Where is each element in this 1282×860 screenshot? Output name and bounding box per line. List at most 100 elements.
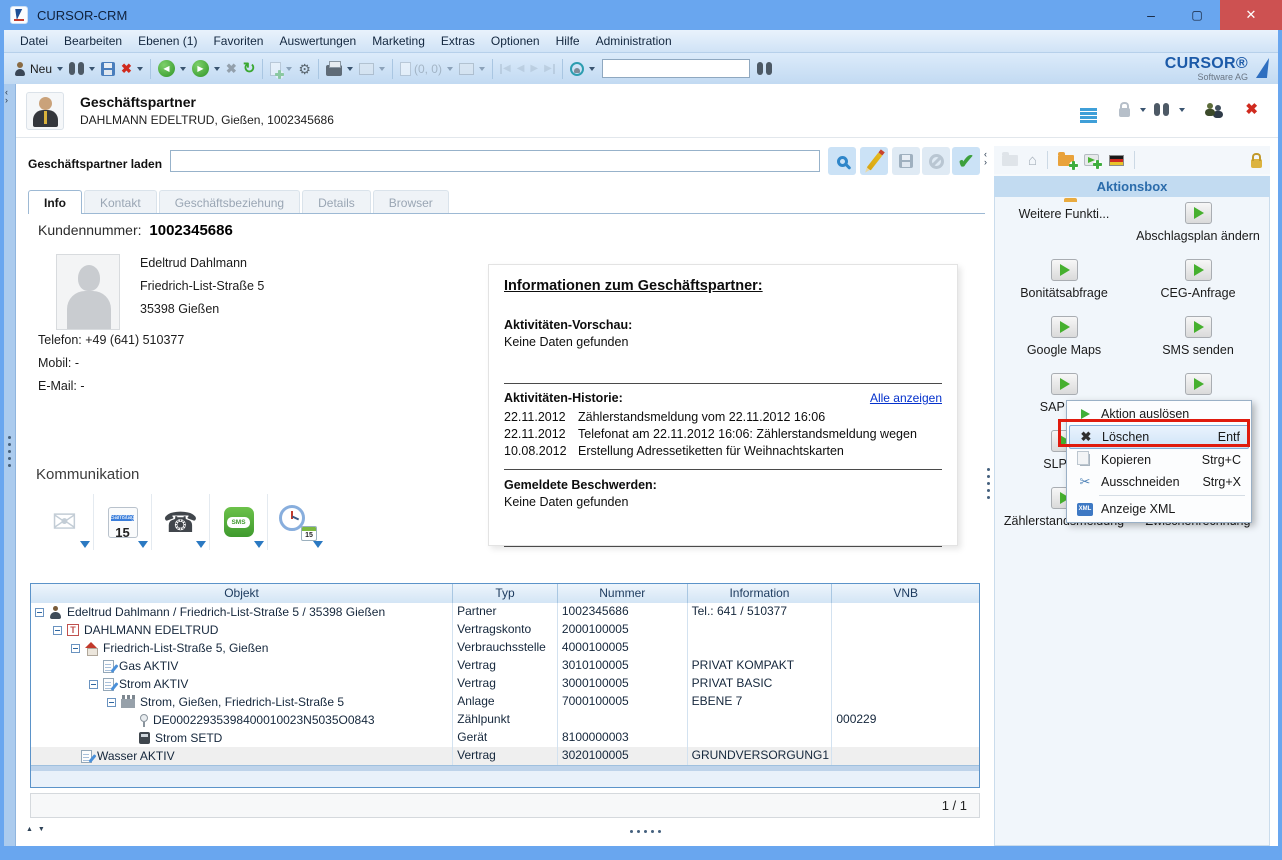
collapse-icon[interactable] [107,698,116,707]
action-weitere-funktionen[interactable]: Weitere Funkti... [998,202,1130,221]
minimize-button[interactable]: – [1128,0,1174,30]
maximize-button[interactable]: ▢ [1174,0,1220,30]
menu-ebenen[interactable]: Ebenen (1) [130,31,205,51]
counter-dropdown-icon[interactable] [447,67,453,71]
search-button[interactable] [828,147,856,175]
table-row[interactable]: Wasser AKTIV Vertrag3020100005GRUNDVERSO… [31,747,979,765]
refresh-button[interactable]: ↻ [240,59,259,78]
action-sms-senden[interactable]: SMS senden [1132,316,1264,357]
close-partner-icon[interactable]: ✖ [1245,102,1258,117]
search-go-button[interactable] [754,60,775,77]
print-dropdown-icon[interactable] [347,67,353,71]
partner-load-input[interactable] [170,150,820,172]
collapse-icon[interactable] [89,680,98,689]
collapse-icon[interactable] [53,626,62,635]
nav-prev-button[interactable]: ◀ [514,62,528,76]
lock-dropdown-icon[interactable] [1140,108,1146,112]
table-row[interactable]: Strom, Gießen, Friedrich-List-Straße 5 A… [31,693,979,711]
pane-collapse-chevrons[interactable]: ‹› [984,150,987,166]
delete-button[interactable]: ✖ [118,60,146,77]
phone-action-button[interactable]: ☎ [152,494,210,550]
menu-extras[interactable]: Extras [433,31,483,51]
action-hidden[interactable] [1132,373,1264,400]
window-dropdown-icon[interactable] [379,67,385,71]
menu-hilfe[interactable]: Hilfe [548,31,588,51]
menu-auswertungen[interactable]: Auswertungen [271,31,364,51]
action-bonitaetsabfrage[interactable]: Bonitätsabfrage [998,259,1130,300]
tools-button[interactable]: ⚙ [295,60,314,78]
export-dropdown-icon[interactable] [479,67,485,71]
find-dropdown-icon[interactable] [89,67,95,71]
table-row[interactable]: Strom SETD Gerät8100000003 [31,729,979,747]
col-vnb[interactable]: VNB [832,584,979,603]
new-button[interactable]: Neu [10,60,66,78]
home-icon[interactable]: ⌂ [1028,153,1037,168]
german-flag-icon[interactable] [1109,155,1124,166]
alle-anzeigen-link[interactable]: Alle anzeigen [870,391,942,405]
lock-icon[interactable] [1119,108,1130,117]
left-splitter-handle[interactable] [8,436,11,439]
quick-search-input[interactable] [602,59,750,78]
menu-bearbeiten[interactable]: Bearbeiten [56,31,130,51]
confirm-button[interactable]: ✔ [952,147,980,175]
window-button[interactable] [356,61,388,77]
pane-lock-icon[interactable] [1251,159,1262,168]
collapse-icon[interactable] [35,608,44,617]
delete-dropdown-icon[interactable] [137,67,143,71]
collapse-icon[interactable] [71,644,80,653]
menu-optionen[interactable]: Optionen [483,31,548,51]
pane-splitter-handle[interactable] [987,468,990,471]
table-row[interactable]: Strom AKTIV Vertrag3000100005PRIVAT BASI… [31,675,979,693]
print-button[interactable] [323,59,356,78]
table-row[interactable]: Friedrich-List-Straße 5, Gießen Verbrauc… [31,639,979,657]
action-google-maps[interactable]: Google Maps [998,316,1130,357]
sms-action-button[interactable]: SMS [210,494,268,550]
tab-browser[interactable]: Browser [373,190,449,214]
menu-datei[interactable]: Datei [12,31,56,51]
menu-item-anzeige-xml[interactable]: XML Anzeige XML [1069,498,1249,520]
close-button[interactable]: ✕ [1220,0,1282,30]
people-icon[interactable] [1205,102,1225,117]
folder-up-icon[interactable] [1002,155,1018,166]
mail-dropdown-icon[interactable] [80,541,90,548]
menu-marketing[interactable]: Marketing [364,31,433,51]
left-splitter[interactable] [4,84,16,846]
cancel-button[interactable]: ✖ [223,60,240,77]
selection-counter-button[interactable]: (0, 0) [397,60,456,78]
col-nummer[interactable]: Nummer [558,584,688,603]
bottom-splitter[interactable]: ▲▼ [16,822,988,844]
add-folder-icon[interactable] [1058,155,1074,166]
find-button[interactable] [66,60,98,77]
menu-item-ausschneiden[interactable]: ✂ Ausschneiden Strg+X [1069,471,1249,493]
tab-info[interactable]: Info [28,190,82,214]
table-row[interactable]: Gas AKTIV Vertrag3010100005PRIVAT KOMPAK… [31,657,979,675]
bottom-splitter-handle[interactable] [630,830,633,833]
menu-list-icon[interactable] [1080,108,1097,111]
splitter-arrows-icon[interactable]: ▲▼ [26,826,50,833]
nav-last-button[interactable]: ▶ [541,62,558,76]
forward-button[interactable]: ▶ [189,58,223,79]
nav-first-button[interactable]: ◀ [497,62,514,76]
col-information[interactable]: Information [688,584,833,603]
task-dropdown-icon[interactable] [313,541,323,548]
sms-dropdown-icon[interactable] [254,541,264,548]
menu-administration[interactable]: Administration [588,31,680,51]
menu-favoriten[interactable]: Favoriten [205,31,271,51]
nav-next-button[interactable]: ▶ [527,62,541,76]
action-abschlagsplan[interactable]: Abschlagsplan ändern [1132,202,1264,243]
header-find-dropdown-icon[interactable] [1179,108,1185,112]
table-row[interactable]: DE00022935398400010023N5035O0843 Zählpun… [31,711,979,729]
calendar-action-button[interactable]: Samstag 15 [94,494,152,550]
menu-item-kopieren[interactable]: Kopieren Strg+C [1069,449,1249,471]
add-action-icon[interactable] [1084,154,1099,166]
save-button[interactable] [98,60,118,78]
tab-details[interactable]: Details [302,190,371,214]
back-dropdown-icon[interactable] [180,67,186,71]
header-binoculars-icon[interactable] [1154,103,1169,116]
table-row[interactable]: TDAHLMANN EDELTRUD Vertragskonto20001000… [31,621,979,639]
person-search-dropdown-icon[interactable] [589,67,595,71]
new-dropdown-icon[interactable] [57,67,63,71]
forward-dropdown-icon[interactable] [214,67,220,71]
tab-geschaeftsbeziehung[interactable]: Geschäftsbeziehung [159,190,300,214]
save-record-button[interactable] [892,147,920,175]
